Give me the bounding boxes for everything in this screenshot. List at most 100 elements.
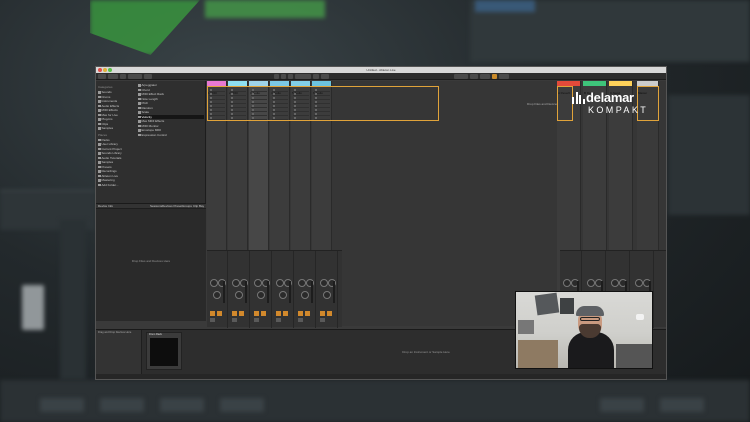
folder-icon [98, 104, 101, 107]
tap-button[interactable] [98, 74, 106, 79]
folder-icon [98, 113, 101, 116]
pan-knob[interactable] [235, 291, 243, 299]
send-knob[interactable] [320, 279, 328, 287]
folder-icon [138, 88, 141, 91]
browser-category-label: Samples [101, 126, 114, 131]
info-tab[interactable]: Devices Preset [162, 204, 182, 209]
send-knob[interactable] [276, 279, 284, 287]
time-signature[interactable] [120, 74, 126, 79]
metronome-button[interactable] [128, 74, 142, 79]
send-knob[interactable] [563, 279, 571, 287]
arm-button[interactable] [327, 311, 332, 316]
browser-place[interactable]: Add Folder... [98, 183, 136, 188]
folder-icon [98, 122, 101, 125]
record-icon[interactable] [288, 74, 293, 79]
play-icon[interactable] [274, 74, 279, 79]
overview-button[interactable] [499, 74, 509, 79]
folder-icon [98, 174, 101, 177]
send-knob[interactable] [232, 279, 240, 287]
browser-place-label: Sounds Library [101, 151, 122, 156]
folder-icon [138, 115, 141, 118]
browser-category[interactable]: Samples [98, 126, 136, 131]
info-tab[interactable]: Clip Bay [193, 204, 204, 209]
solo-button[interactable] [298, 318, 303, 322]
info-tab[interactable]: Device Info [98, 204, 113, 209]
webcam-overlay [515, 291, 653, 369]
browser-category-label: Drums [101, 94, 111, 99]
stop-icon[interactable] [281, 74, 286, 79]
send-knob[interactable] [298, 279, 306, 287]
browser-place-label: Add Folder... [101, 182, 119, 187]
solo-button[interactable] [232, 318, 237, 322]
folder-icon [98, 91, 101, 94]
solo-button[interactable] [210, 318, 215, 322]
mixer-channel [317, 251, 338, 328]
return-track-header[interactable]: B Delay [583, 81, 606, 95]
browser-item[interactable]: Expression Control [138, 133, 204, 138]
folder-icon [138, 133, 141, 136]
send-knob[interactable] [210, 279, 218, 287]
browser-item-label: Chord [141, 87, 150, 92]
acoustic-panel [534, 292, 560, 316]
track-activator-button[interactable] [254, 311, 259, 316]
folder-icon [98, 95, 101, 98]
send-knob[interactable] [611, 279, 619, 287]
arm-button[interactable] [217, 311, 222, 316]
browser-place-label: Current Project [101, 146, 122, 151]
pan-knob[interactable] [279, 291, 287, 299]
browser-item-label: MIDI Effect Rack [141, 92, 164, 97]
folder-icon [98, 165, 101, 168]
mixer-section [207, 250, 342, 328]
browser-item-label: Scale [141, 110, 150, 115]
mixer-channel [229, 251, 250, 328]
pan-knob[interactable] [323, 291, 331, 299]
browser-place-label: Audio Tutorials [101, 155, 122, 160]
background-green-shape [90, 0, 200, 55]
logo-bars-icon [572, 92, 585, 104]
background-cell [220, 398, 264, 412]
level-meter [311, 281, 313, 303]
info-tab[interactable]: Groups [182, 204, 192, 209]
solo-button[interactable] [276, 318, 281, 322]
folder-icon [138, 111, 141, 114]
background-cell [40, 398, 84, 412]
arm-button[interactable] [261, 311, 266, 316]
arm-button[interactable] [239, 311, 244, 316]
info-tab[interactable]: Sessions [150, 204, 162, 209]
mixer-channel [295, 251, 316, 328]
key-map-button[interactable] [454, 74, 468, 79]
browser-category-label: Plug-Ins [101, 117, 113, 122]
level-meter [245, 281, 247, 303]
quantize-menu[interactable] [144, 74, 152, 79]
track-activator-button[interactable] [320, 311, 325, 316]
browser-sidebar: Categories Sounds Drums Instruments Audio E… [98, 83, 136, 187]
tempo-field[interactable] [108, 74, 118, 79]
send-knob[interactable] [587, 279, 595, 287]
track-activator-button[interactable] [232, 311, 237, 316]
send-knob[interactable] [254, 279, 262, 287]
return-track-header[interactable]: C Send [609, 81, 632, 95]
solo-button[interactable] [320, 318, 325, 322]
loop-icon[interactable] [313, 74, 319, 79]
drum-rack-device[interactable]: Drum Rack [146, 332, 182, 370]
browser-category-label: Max for Live [101, 112, 118, 117]
midi-map-button[interactable] [470, 74, 478, 79]
pan-knob[interactable] [257, 291, 265, 299]
solo-button[interactable] [254, 318, 259, 322]
send-knob[interactable] [635, 279, 643, 287]
pan-knob[interactable] [301, 291, 309, 299]
browser-place-label: Packs [101, 137, 110, 142]
arm-button[interactable] [283, 311, 288, 316]
pan-knob[interactable] [213, 291, 221, 299]
device-info-panel: Drag and Drop Devices Here [96, 330, 142, 379]
browser-category-label: Audio Effects [101, 103, 120, 108]
folder-icon [98, 156, 101, 159]
folder-icon [138, 129, 141, 132]
arm-button[interactable] [305, 311, 310, 316]
info-header: Device Info Sessions Devices Preset Grou… [96, 204, 206, 209]
track-activator-button[interactable] [210, 311, 215, 316]
draw-mode-icon[interactable] [321, 74, 329, 79]
position-field[interactable] [295, 74, 311, 79]
track-activator-button[interactable] [298, 311, 303, 316]
track-activator-button[interactable] [276, 311, 281, 316]
